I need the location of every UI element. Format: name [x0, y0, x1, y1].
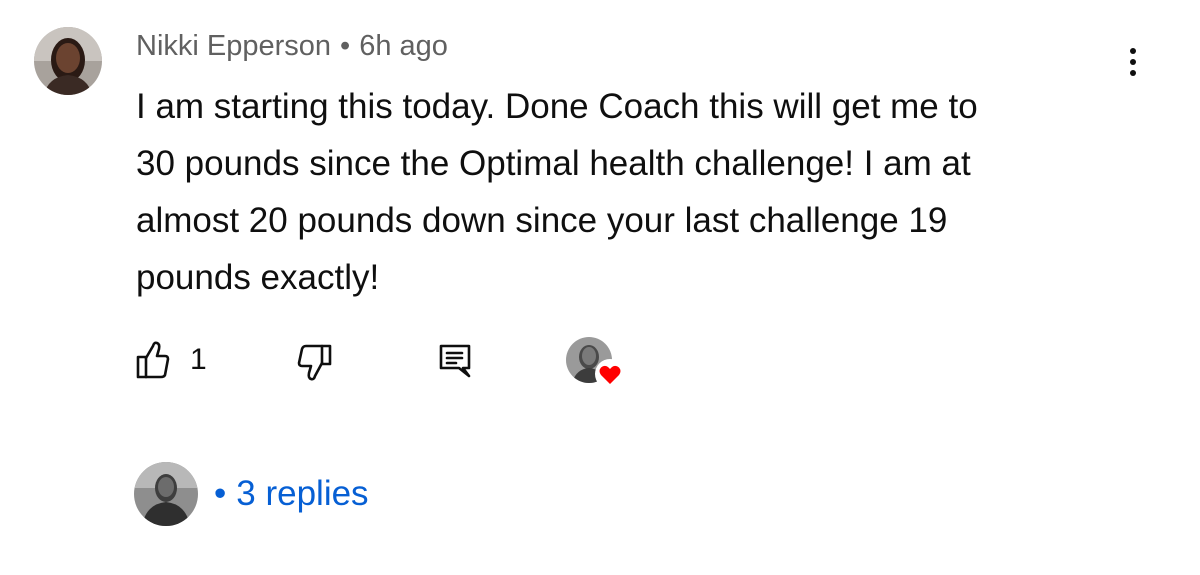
- comment-text-line: I am starting this today. Done Coach thi…: [136, 87, 978, 126]
- heart-icon: [595, 359, 625, 389]
- thumbs-up-icon: [136, 341, 170, 379]
- author-name[interactable]: Nikki Epperson: [136, 30, 331, 62]
- comment-time: 6h ago: [359, 30, 448, 62]
- kebab-dot: [1130, 70, 1136, 76]
- replies-separator: •: [214, 474, 227, 513]
- kebab-dot: [1130, 59, 1136, 65]
- view-replies-link[interactable]: • 3 replies: [214, 474, 369, 514]
- reply-button[interactable]: [438, 343, 472, 379]
- author-avatar[interactable]: [34, 27, 102, 95]
- comment-text-line: pounds exactly!: [136, 258, 380, 297]
- comment-text-line: 30 pounds since the Optimal health chall…: [136, 144, 971, 183]
- thumbs-down-icon: [297, 344, 332, 381]
- comment-meta: Nikki Epperson • 6h ago: [136, 28, 448, 64]
- like-button[interactable]: [136, 340, 170, 380]
- dislike-button[interactable]: [294, 343, 332, 383]
- meta-separator: •: [340, 30, 351, 62]
- comment-text-line: almost 20 pounds down since your last ch…: [136, 201, 948, 240]
- reply-comment-icon: [439, 344, 471, 378]
- kebab-dot: [1130, 48, 1136, 54]
- comment-text: I am starting this today. Done Coach thi…: [136, 78, 1136, 306]
- replies-label: 3 replies: [236, 474, 369, 513]
- like-count: 1: [190, 343, 207, 376]
- replies-avatar[interactable]: [134, 462, 198, 526]
